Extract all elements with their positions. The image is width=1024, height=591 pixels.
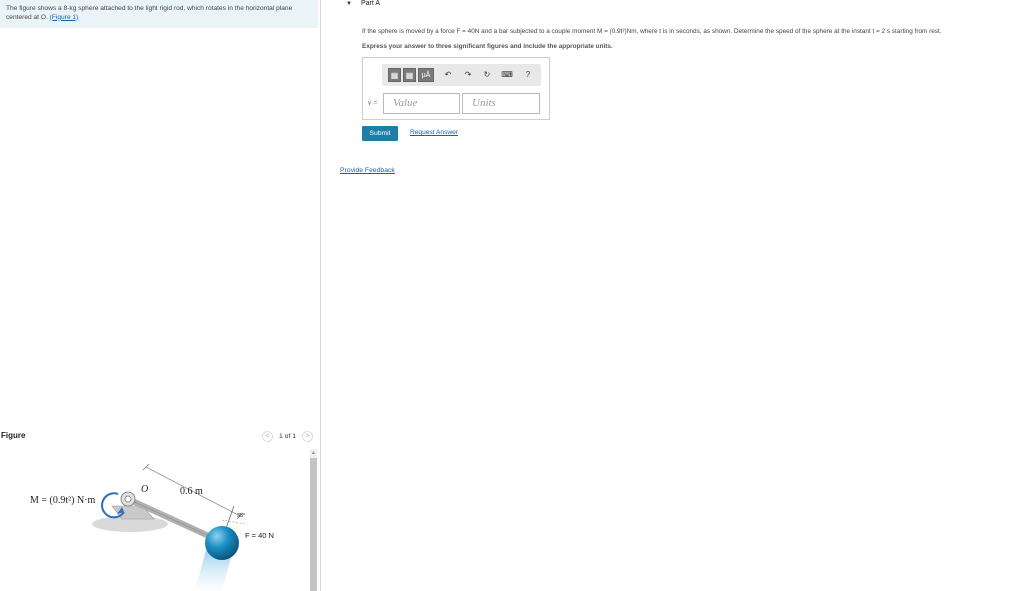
moment-label: M = (0.9t²) N·m [30,495,96,506]
question-text: If the sphere is moved by a force F = 40… [362,28,942,35]
collapse-caret-icon[interactable]: ▼ [346,1,352,7]
figure-diagram: M = (0.9t²) N·m O 0.6 m 35° F = 40 N [0,450,308,591]
sphere [205,526,239,560]
figure-scrollbar-thumb[interactable] [310,458,317,591]
scroll-up-arrow-icon[interactable]: ▲ [310,449,317,457]
origin-label: O [141,484,149,495]
part-a-title: Part A [360,0,381,7]
reset-icon[interactable]: ↻ [481,68,493,82]
angle-label: 35° [237,513,246,519]
intro-line-2: centered at O. (Figure 1) [6,14,312,23]
math-toolbar: ▦ ▦ μÅ ↶ ↷ ↻ ⌨ ? [382,64,541,86]
value-input[interactable]: Value [383,93,460,114]
pager-next-button[interactable]: > [302,431,314,442]
page: The figure shows a 8-kg sphere attached … [0,0,1024,591]
figure-link[interactable]: (Figure 1) [50,14,79,21]
provide-feedback-link[interactable]: Provide Feedback [340,167,395,174]
panel-divider [320,0,321,591]
part-a-header[interactable]: ▼ Part A [346,0,380,7]
template-icon[interactable]: ▦ [388,68,401,82]
angle-reference-line [221,519,247,525]
intro-line-2-text: centered at O. [6,13,48,21]
help-icon[interactable]: ? [523,68,533,82]
figure-title: Figure [1,431,26,440]
figure-pager: < 1 of 1 > [262,431,314,442]
length-label: 0.6 m [180,486,203,497]
submit-button[interactable]: Submit [362,126,398,141]
undo-icon[interactable]: ↶ [442,68,454,82]
keyboard-icon[interactable]: ⌨ [500,68,514,82]
pager-prev-button[interactable]: < [262,431,273,442]
intro-line-1: The figure shows a 8-kg sphere attached … [6,5,293,12]
dimension-tick-start [142,463,150,471]
figure-svg [92,463,247,591]
force-label: F = 40 N [245,531,274,540]
instruction-text: Express your answer to three significant… [362,43,613,50]
template-2-icon[interactable]: ▦ [403,68,416,82]
request-answer-link[interactable]: Request Answer [410,129,458,136]
problem-intro: The figure shows a 8-kg sphere attached … [0,0,318,28]
redo-icon[interactable]: ↷ [462,68,474,82]
pager-count: 1 of 1 [279,433,297,440]
mu-units-icon[interactable]: μÅ [418,68,434,82]
answer-label: v = [368,99,378,107]
pivot-pin [124,495,132,503]
units-input[interactable]: Units [462,93,540,114]
